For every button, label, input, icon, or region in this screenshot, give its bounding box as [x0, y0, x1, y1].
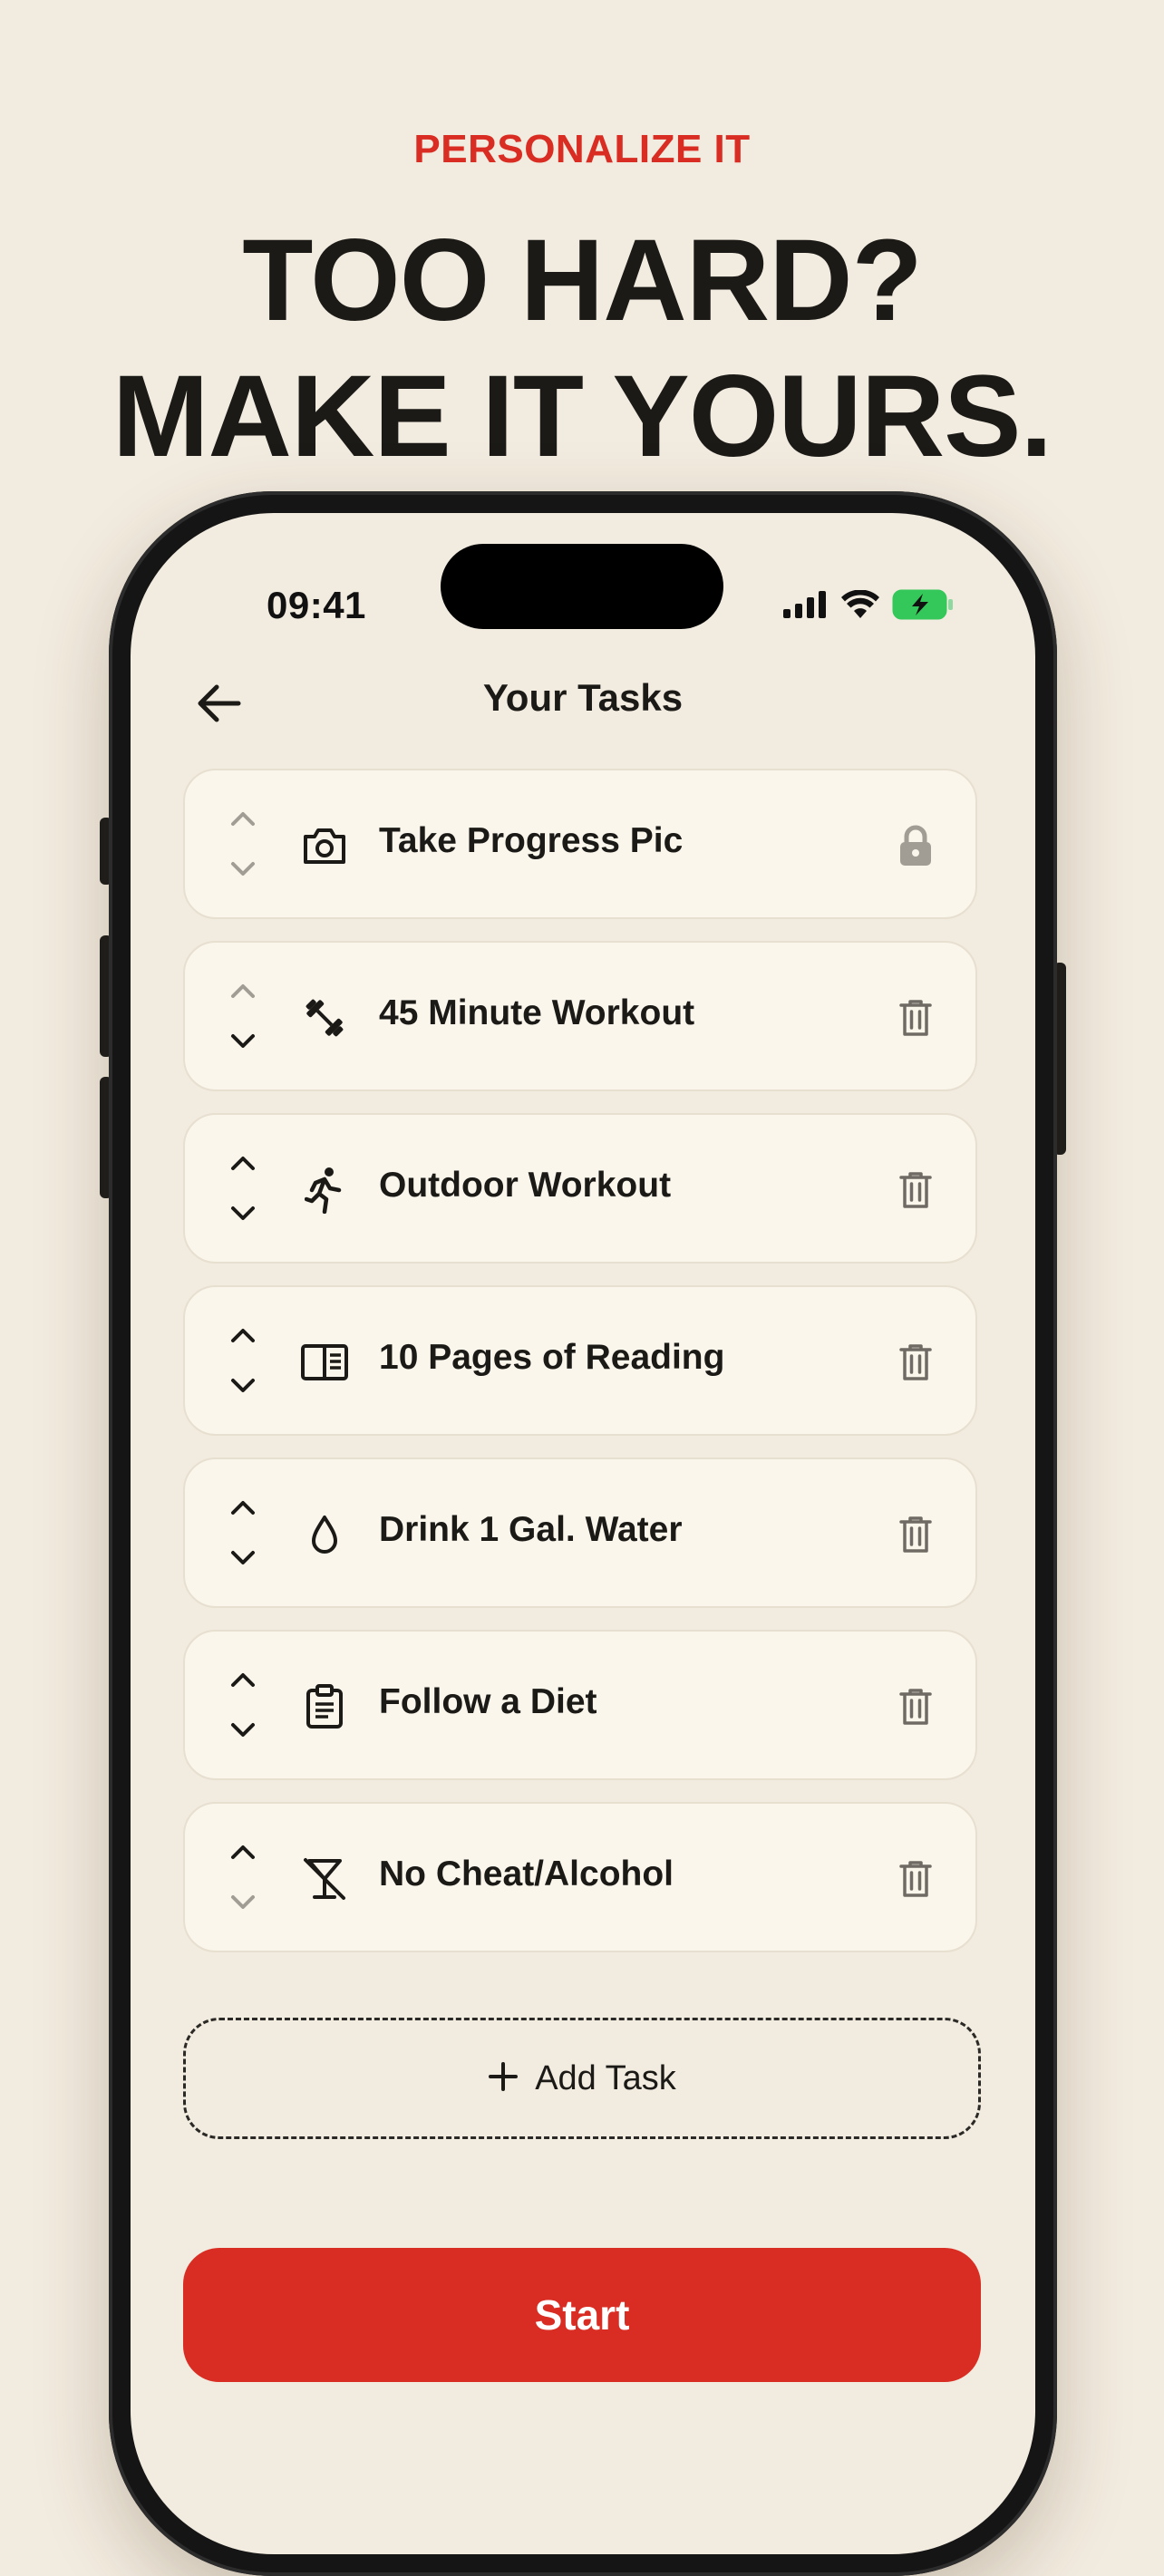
task-list: Take Progress Pic 45 Minute Workout Outd…	[183, 769, 981, 1974]
chevron-up-icon	[231, 1329, 255, 1342]
delete-task-button[interactable]	[888, 1163, 943, 1217]
dumbbell-icon	[299, 993, 350, 1043]
chevron-up-icon	[231, 812, 255, 826]
trash-icon	[899, 1000, 932, 1036]
delete-task-button[interactable]	[888, 1335, 943, 1390]
delete-task-button[interactable]	[888, 991, 943, 1045]
move-down-button[interactable]	[225, 1889, 261, 1916]
move-up-button[interactable]	[225, 805, 261, 832]
battery-charging-icon	[892, 589, 954, 625]
task-row-no-alcohol[interactable]: No Cheat/Alcohol	[183, 1802, 977, 1952]
move-up-button[interactable]	[225, 1322, 261, 1349]
move-up-button[interactable]	[225, 1666, 261, 1693]
chevron-up-icon	[231, 1673, 255, 1687]
task-label: 10 Pages of Reading	[379, 1338, 725, 1377]
move-up-button[interactable]	[225, 1494, 261, 1521]
move-up-button[interactable]	[225, 1838, 261, 1865]
add-task-button[interactable]: Add Task	[183, 2018, 981, 2139]
reorder-controls	[225, 1322, 261, 1403]
headline-line-2: MAKE IT YOURS.	[112, 352, 1052, 481]
chevron-down-icon	[231, 1206, 255, 1220]
clipboard-icon	[299, 1681, 350, 1732]
trash-icon	[899, 1344, 932, 1380]
task-row-progress-pic[interactable]: Take Progress Pic	[183, 769, 977, 919]
chevron-up-icon	[231, 1501, 255, 1515]
camera-icon	[299, 820, 350, 871]
task-row-outdoor-workout[interactable]: Outdoor Workout	[183, 1113, 977, 1264]
status-icons	[783, 589, 954, 625]
chevron-up-icon	[231, 1845, 255, 1859]
task-row-45-minute-workout[interactable]: 45 Minute Workout	[183, 941, 977, 1091]
reorder-controls	[225, 1838, 261, 1920]
task-label: 45 Minute Workout	[379, 993, 695, 1032]
trash-icon	[899, 1516, 932, 1553]
task-label: No Cheat/Alcohol	[379, 1855, 674, 1893]
trash-icon	[899, 1861, 932, 1897]
task-row-diet[interactable]: Follow a Diet	[183, 1630, 977, 1780]
move-down-button[interactable]	[225, 856, 261, 883]
reorder-controls	[225, 1494, 261, 1575]
cellular-signal-icon	[783, 591, 829, 623]
phone-frame: 09:41 Your Tasks Take Progress Pic 45 Mi…	[109, 491, 1057, 2576]
no-alcohol-icon	[299, 1854, 350, 1904]
trash-icon	[899, 1689, 932, 1725]
chevron-up-icon	[231, 984, 255, 998]
reorder-controls	[225, 977, 261, 1059]
chevron-down-icon	[231, 1723, 255, 1737]
phone-screen: 09:41 Your Tasks Take Progress Pic 45 Mi…	[131, 513, 1035, 2554]
book-icon	[299, 1337, 350, 1388]
chevron-down-icon	[231, 1379, 255, 1392]
status-time: 09:41	[267, 584, 366, 626]
move-up-button[interactable]	[225, 1149, 261, 1177]
chevron-down-icon	[231, 1034, 255, 1048]
wifi-icon	[841, 589, 879, 624]
delete-task-button[interactable]	[888, 1507, 943, 1562]
headline: TOO HARD? MAKE IT YOURS.	[0, 213, 1164, 485]
chevron-down-icon	[231, 1895, 255, 1909]
lock-icon	[900, 825, 931, 866]
move-down-button[interactable]	[225, 1372, 261, 1399]
move-down-button[interactable]	[225, 1545, 261, 1572]
start-button-label: Start	[534, 2291, 630, 2339]
task-row-water[interactable]: Drink 1 Gal. Water	[183, 1457, 977, 1608]
task-row-reading[interactable]: 10 Pages of Reading	[183, 1285, 977, 1436]
trash-icon	[899, 1172, 932, 1208]
move-down-button[interactable]	[225, 1200, 261, 1227]
chevron-up-icon	[231, 1157, 255, 1170]
water-drop-icon	[299, 1509, 350, 1560]
eyebrow-label: PERSONALIZE IT	[413, 127, 751, 171]
task-label: Take Progress Pic	[379, 821, 684, 860]
task-label: Drink 1 Gal. Water	[379, 1510, 683, 1549]
reorder-controls	[225, 1149, 261, 1231]
chevron-down-icon	[231, 1551, 255, 1564]
delete-task-button[interactable]	[888, 1680, 943, 1734]
task-label: Follow a Diet	[379, 1682, 597, 1721]
move-down-button[interactable]	[225, 1028, 261, 1055]
reorder-controls	[225, 1666, 261, 1748]
delete-task-button[interactable]	[888, 1852, 943, 1906]
move-up-button[interactable]	[225, 977, 261, 1004]
task-label: Outdoor Workout	[379, 1166, 672, 1205]
plus-icon	[488, 2057, 519, 2100]
start-button[interactable]: Start	[183, 2248, 981, 2382]
task-locked-indicator	[888, 818, 943, 873]
dynamic-island	[441, 544, 723, 629]
add-task-label: Add Task	[535, 2058, 676, 2097]
reorder-controls	[225, 805, 261, 886]
running-person-icon	[299, 1165, 350, 1215]
move-down-button[interactable]	[225, 1717, 261, 1744]
screen-title: Your Tasks	[482, 676, 684, 719]
chevron-down-icon	[231, 862, 255, 876]
headline-line-1: TOO HARD?	[242, 216, 923, 345]
